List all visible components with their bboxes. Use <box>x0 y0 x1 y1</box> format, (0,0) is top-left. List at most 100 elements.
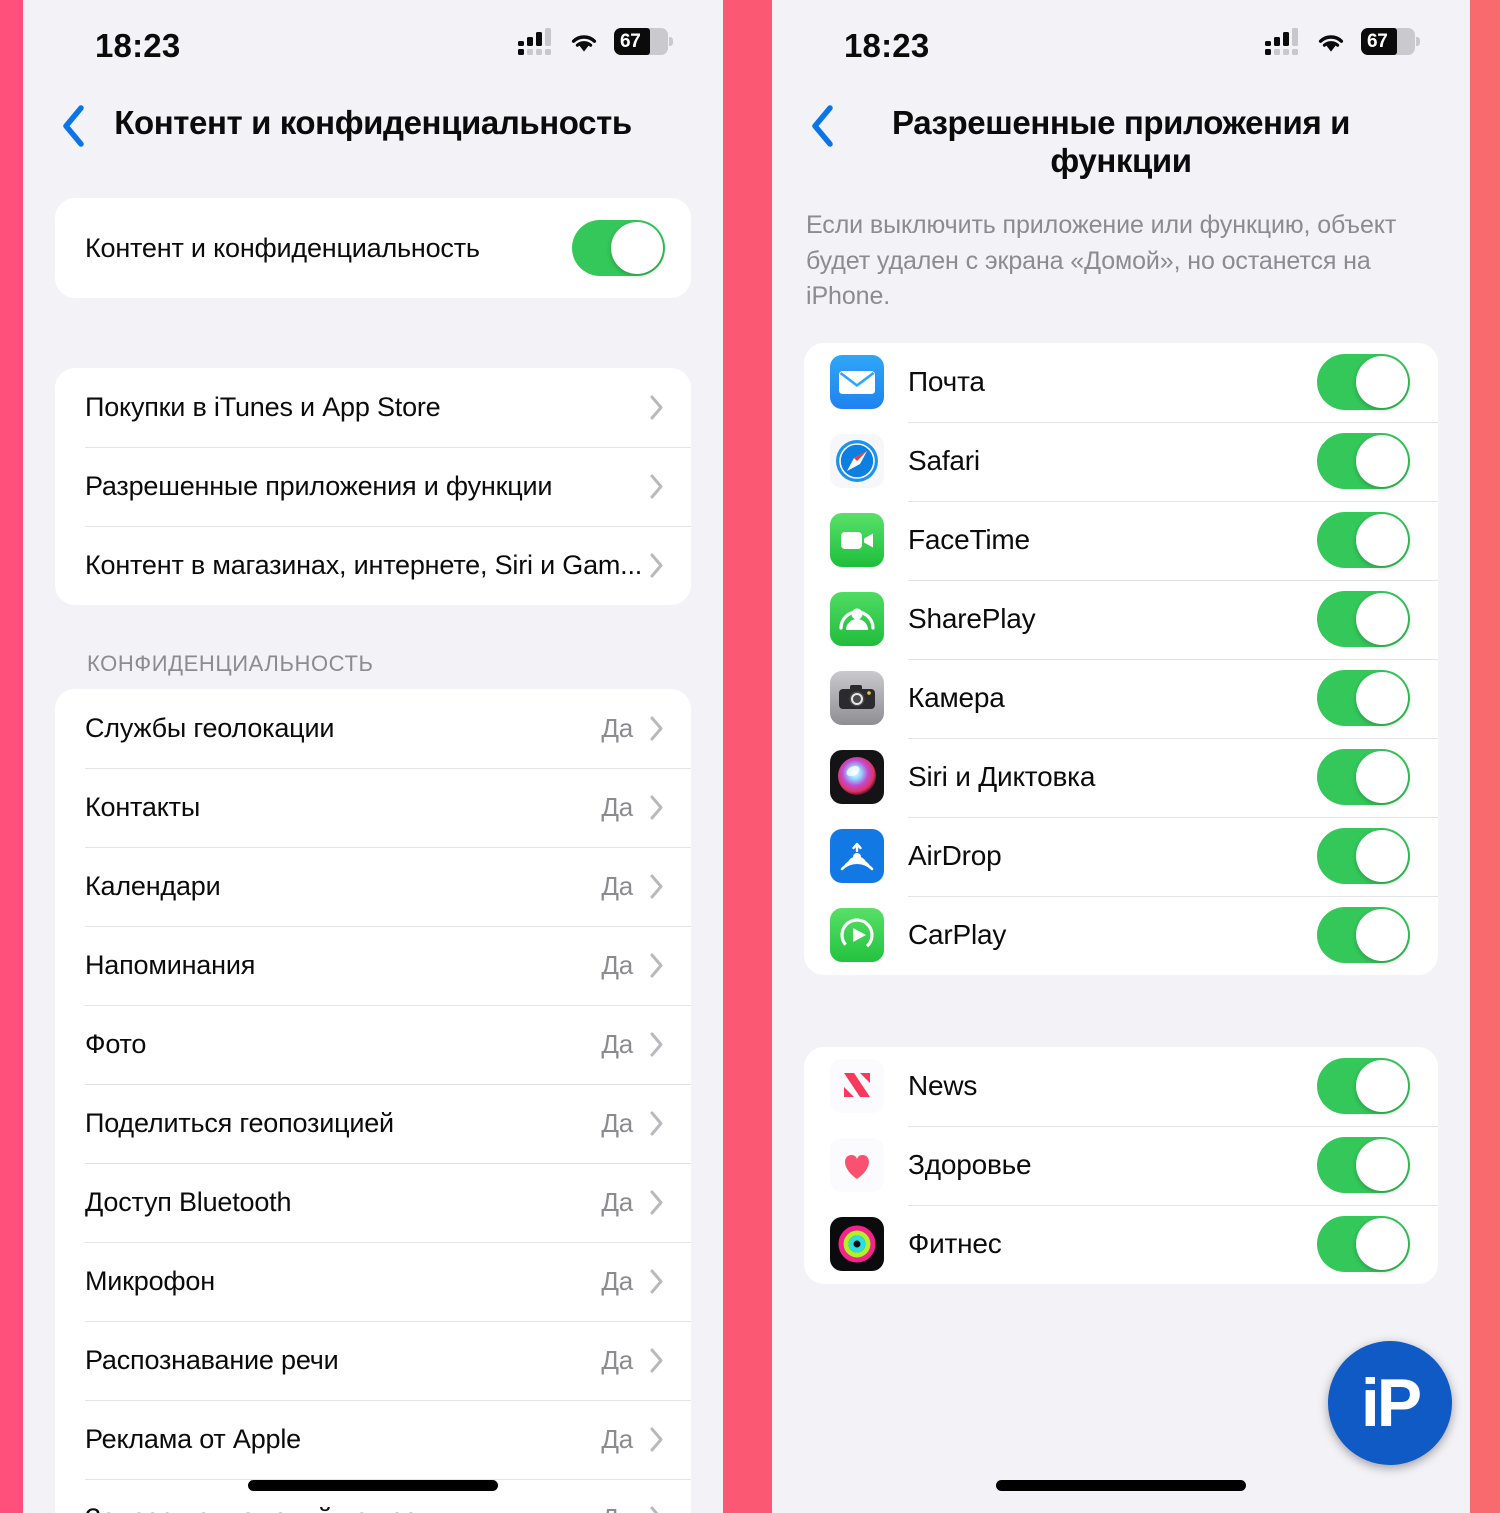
chevron-right-icon <box>650 474 663 499</box>
row-apple-advertising[interactable]: Реклама от Apple Да <box>55 1400 691 1479</box>
row-label: Разрешенные приложения и функции <box>85 471 553 501</box>
toggle-siri-dictation[interactable] <box>1317 749 1410 805</box>
toggle-airdrop[interactable] <box>1317 828 1410 884</box>
navigation-bar: Контент и конфиденциальность <box>23 92 723 174</box>
cellular-signal-icon <box>1265 27 1301 55</box>
toggle-content-privacy[interactable] <box>572 220 665 276</box>
row-content-privacy-master[interactable]: Контент и конфиденциальность <box>55 198 691 298</box>
row-label: Фото <box>85 1029 147 1059</box>
chevron-right-icon <box>650 1032 663 1057</box>
explanatory-note: Если выключить приложение или функцию, о… <box>806 211 1397 310</box>
restrictions-card: Покупки в iTunes и App Store Разрешенные… <box>55 368 691 605</box>
safari-app-icon <box>830 434 884 488</box>
row-contacts[interactable]: Контакты Да <box>55 768 691 847</box>
row-calendars[interactable]: Календари Да <box>55 847 691 926</box>
background-band-middle <box>723 0 772 1513</box>
wifi-icon <box>1318 34 1344 52</box>
row-share-my-location[interactable]: Поделиться геопозицией Да <box>55 1084 691 1163</box>
app-row-safari[interactable]: Safari <box>804 421 1438 501</box>
mail-app-icon <box>830 355 884 409</box>
chevron-right-icon <box>650 716 663 741</box>
status-bar-icons: 67 <box>1265 27 1420 55</box>
airdrop-icon <box>830 829 884 883</box>
app-row-news[interactable]: News <box>804 1047 1438 1126</box>
row-label: Доступ Bluetooth <box>85 1187 292 1217</box>
toggle-news[interactable] <box>1317 1058 1410 1114</box>
chevron-right-icon <box>650 1269 663 1294</box>
app-label: News <box>908 1070 978 1101</box>
battery-percent-label: 67 <box>620 30 641 52</box>
row-label: Напоминания <box>85 950 256 980</box>
row-label: Микрофон <box>85 1266 215 1296</box>
app-row-shareplay[interactable]: SharePlay <box>804 579 1438 659</box>
master-toggle-card: Контент и конфиденциальность <box>55 198 691 298</box>
row-itunes-appstore-purchases[interactable]: Покупки в iTunes и App Store <box>55 368 691 447</box>
status-bar-time: 18:23 <box>844 27 930 64</box>
row-bluetooth-access[interactable]: Доступ Bluetooth Да <box>55 1163 691 1242</box>
home-indicator[interactable] <box>248 1480 498 1491</box>
app-row-health[interactable]: Здоровье <box>804 1125 1438 1205</box>
row-label: Контент и конфиденциальность <box>85 232 480 263</box>
app-row-camera[interactable]: Камера <box>804 658 1438 738</box>
facetime-app-icon <box>830 513 884 567</box>
app-row-airdrop[interactable]: AirDrop <box>804 816 1438 896</box>
app-label: FaceTime <box>908 524 1030 555</box>
app-row-carplay[interactable]: CarPlay <box>804 895 1438 975</box>
toggle-facetime[interactable] <box>1317 512 1410 568</box>
battery-icon: 67 <box>614 28 673 55</box>
chevron-right-icon <box>650 1348 663 1373</box>
allowed-apps-card-secondary: News Здоровье Фитнес <box>804 1046 1438 1284</box>
home-indicator[interactable] <box>996 1480 1246 1491</box>
navigation-bar: Разрешенные приложения и функции <box>772 92 1470 179</box>
fitness-app-icon <box>830 1217 884 1271</box>
app-row-mail[interactable]: Почта <box>804 343 1438 422</box>
row-speech-recognition[interactable]: Распознавание речи Да <box>55 1321 691 1400</box>
app-label: Siri и Диктовка <box>908 761 1096 792</box>
app-label: Здоровье <box>908 1149 1032 1180</box>
row-photos[interactable]: Фото Да <box>55 1005 691 1084</box>
camera-app-icon <box>830 671 884 725</box>
toggle-carplay[interactable] <box>1317 907 1410 963</box>
row-value: Да <box>601 1108 633 1138</box>
shareplay-icon <box>830 592 884 646</box>
chevron-right-icon <box>650 874 663 899</box>
app-row-facetime[interactable]: FaceTime <box>804 500 1438 580</box>
chevron-right-icon <box>650 1111 663 1136</box>
chevron-right-icon <box>650 1190 663 1215</box>
wifi-icon <box>571 34 597 52</box>
row-value: Да <box>601 1345 633 1375</box>
battery-percent-label: 67 <box>1367 30 1388 52</box>
row-value: Да <box>601 1503 633 1513</box>
row-value: Да <box>601 1424 633 1454</box>
row-label: Реклама от Apple <box>85 1424 301 1454</box>
row-label: Поделиться геопозицией <box>85 1108 394 1138</box>
background-band-right <box>1470 0 1500 1513</box>
row-label: Календари <box>85 871 221 901</box>
row-reminders[interactable]: Напоминания Да <box>55 926 691 1005</box>
battery-icon: 67 <box>1361 28 1420 55</box>
status-bar: 18:23 67 <box>772 0 1470 92</box>
settings-content: Если выключить приложение или функцию, о… <box>772 208 1470 1284</box>
chevron-right-icon <box>650 953 663 978</box>
toggle-health[interactable] <box>1317 1137 1410 1193</box>
toggle-mail[interactable] <box>1317 354 1410 410</box>
status-bar-time: 18:23 <box>95 27 181 64</box>
app-row-fitness[interactable]: Фитнес <box>804 1204 1438 1284</box>
app-row-siri-dictation[interactable]: Siri и Диктовка <box>804 737 1438 817</box>
health-app-icon <box>830 1138 884 1192</box>
toggle-safari[interactable] <box>1317 433 1410 489</box>
row-label: Службы геолокации <box>85 713 335 743</box>
toggle-camera[interactable] <box>1317 670 1410 726</box>
row-microphone[interactable]: Микрофон Да <box>55 1242 691 1321</box>
toggle-shareplay[interactable] <box>1317 591 1410 647</box>
row-location-services[interactable]: Службы геолокации Да <box>55 689 691 768</box>
row-allowed-apps-features[interactable]: Разрешенные приложения и функции <box>55 447 691 526</box>
row-value: Да <box>601 871 633 901</box>
iphones-ru-watermark-logo: iP <box>1328 1341 1452 1465</box>
row-value: Да <box>601 1187 633 1217</box>
toggle-fitness[interactable] <box>1317 1216 1410 1272</box>
section-header-privacy: КОНФИДЕНЦИАЛЬНОСТЬ <box>87 651 374 676</box>
row-content-restrictions[interactable]: Контент в магазинах, интернете, Siri и G… <box>55 526 691 605</box>
app-label: Камера <box>908 682 1005 713</box>
status-bar: 18:23 67 <box>23 0 723 92</box>
